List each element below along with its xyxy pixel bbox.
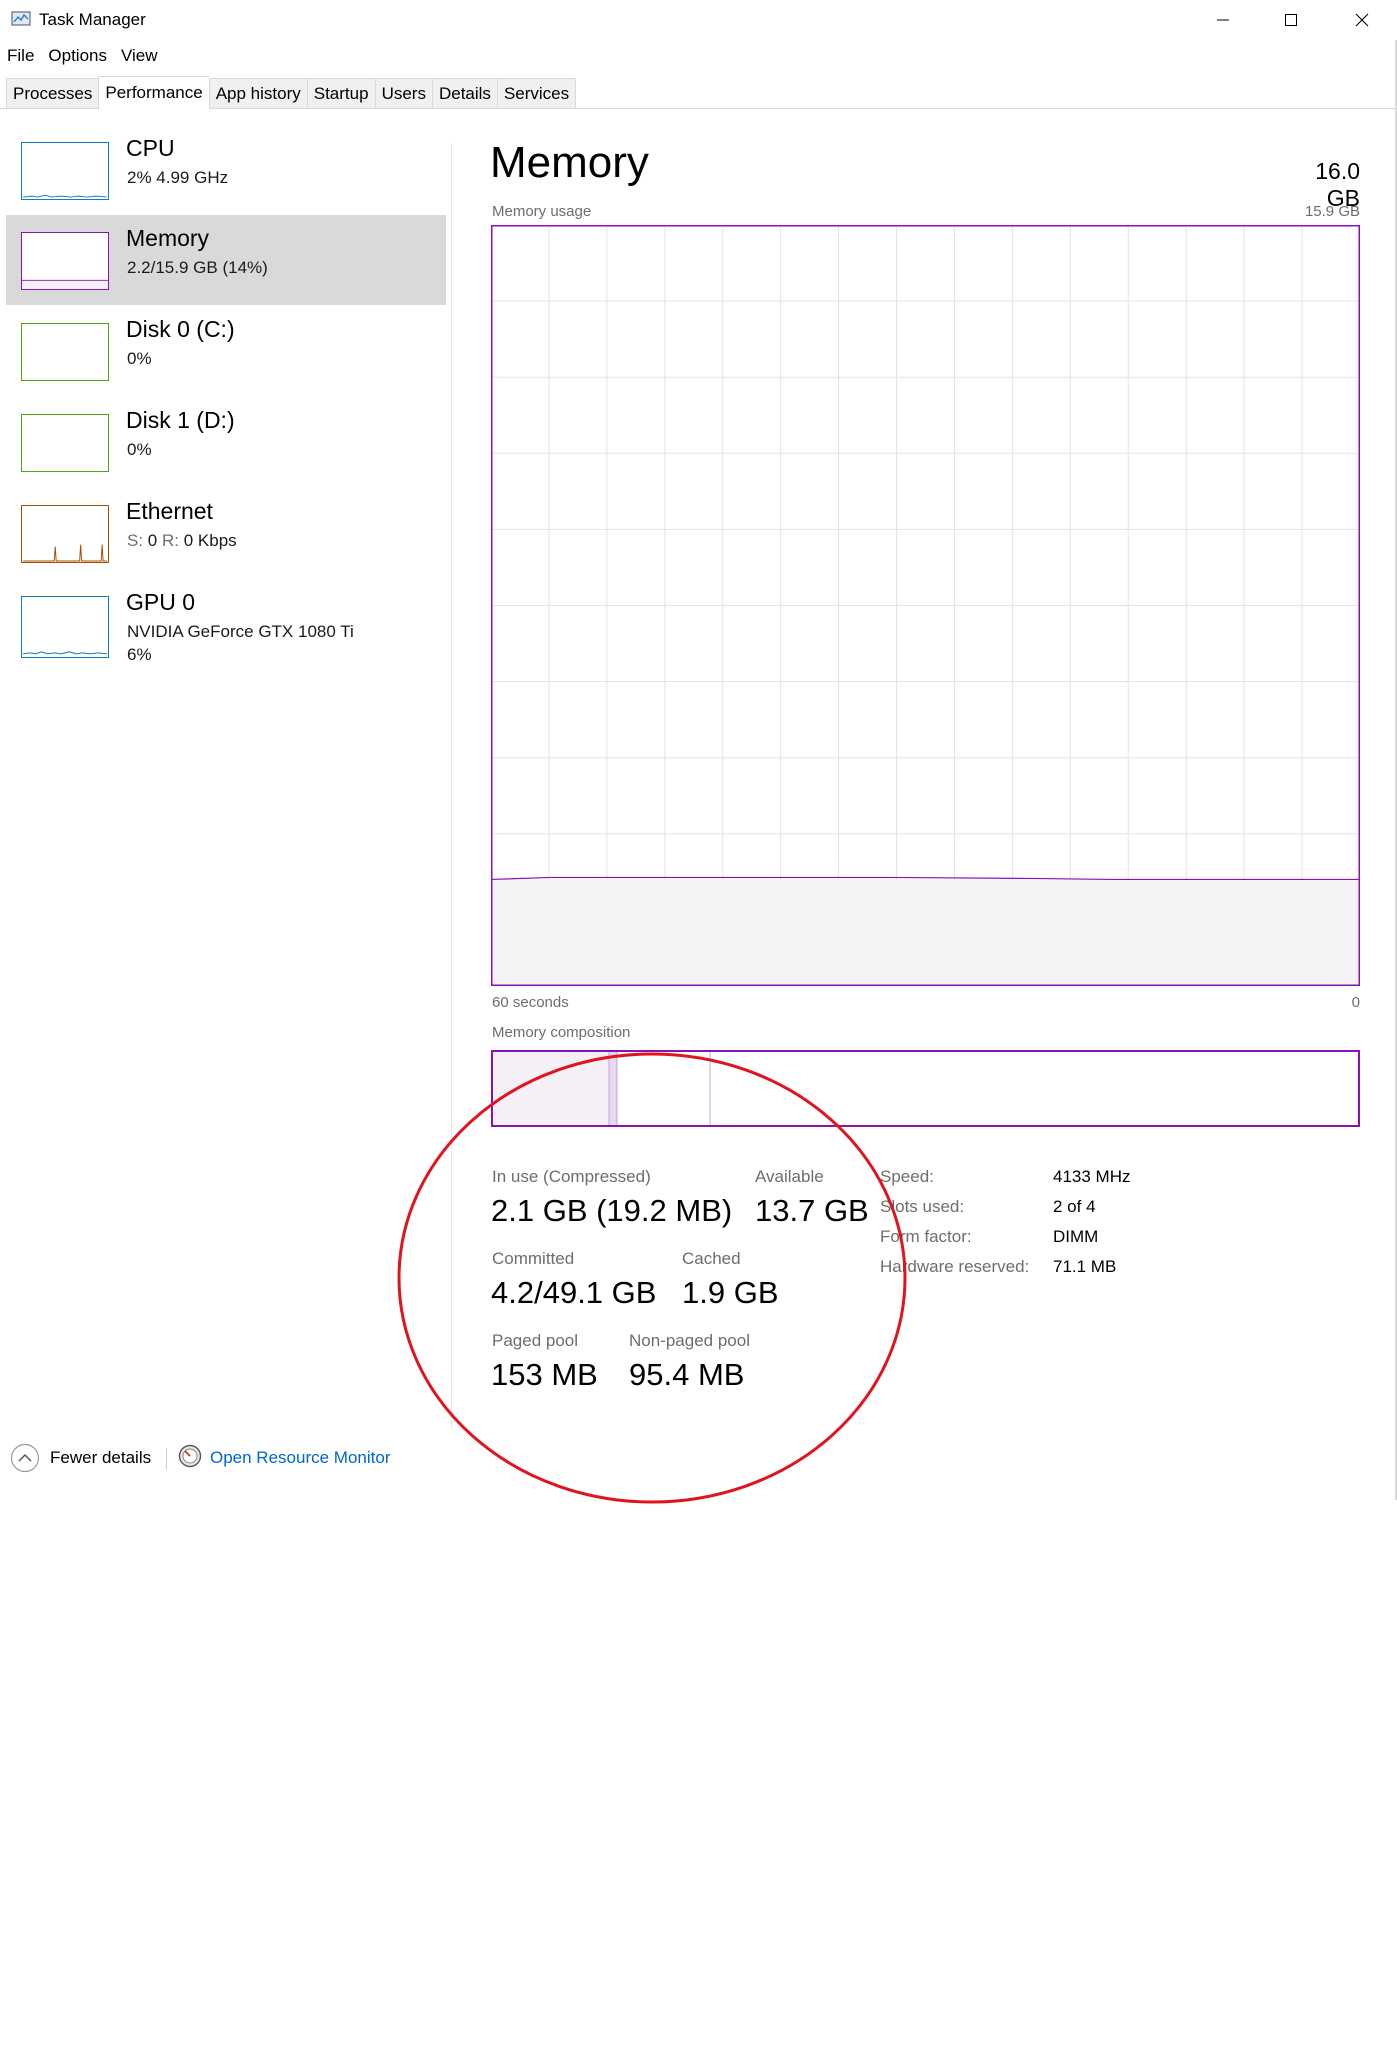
footer-bar: Fewer details Open Resource Monitor xyxy=(0,1432,1397,1492)
memory-usage-max: 15.9 GB xyxy=(1304,203,1360,220)
cached-label: Cached xyxy=(682,1249,741,1268)
window-title: Task Manager xyxy=(39,10,146,29)
sidebar-item-title: GPU 0 xyxy=(126,589,196,615)
sidebar-item-disk-1[interactable]: Disk 1 (D:) 0% xyxy=(6,397,446,487)
sidebar-item-subtitle: 0% xyxy=(127,349,152,368)
open-resource-monitor-link[interactable]: Open Resource Monitor xyxy=(210,1448,390,1468)
sidebar-item-gpu-0[interactable]: GPU 0 NVIDIA GeForce GTX 1080 Ti 6% xyxy=(6,579,446,679)
sidebar-item-cpu[interactable]: CPU 2% 4.99 GHz xyxy=(6,125,446,215)
sidebar-item-disk-0[interactable]: Disk 0 (C:) 0% xyxy=(6,306,446,396)
sidebar-item-ethernet[interactable]: Ethernet S: 0 R: 0 Kbps xyxy=(6,488,446,578)
cpu-thumbnail-graph xyxy=(21,142,109,200)
tab-app-history[interactable]: App history xyxy=(208,78,307,108)
footer-separator xyxy=(166,1448,167,1470)
available-value: 13.7 GB xyxy=(755,1193,869,1228)
tab-services[interactable]: Services xyxy=(496,78,577,108)
composition-modified xyxy=(609,1050,617,1127)
graph-axis-right-label: 0 xyxy=(1351,994,1360,1011)
maximize-icon xyxy=(1285,14,1297,26)
sidebar-item-title: Disk 1 (D:) xyxy=(126,407,235,433)
memory-composition-label: Memory composition xyxy=(492,1024,631,1041)
in-use-label: In use (Compressed) xyxy=(492,1167,651,1186)
available-label: Available xyxy=(755,1167,824,1186)
cached-value: 1.9 GB xyxy=(682,1275,779,1310)
sidebar-item-subtitle: NVIDIA GeForce GTX 1080 Ti xyxy=(127,622,354,641)
ethernet-thumbnail-graph xyxy=(21,505,109,563)
slots-used-value: 2 of 4 xyxy=(1053,1197,1096,1216)
tab-bar: Processes Performance App history Startu… xyxy=(0,76,1397,110)
composition-in-use xyxy=(491,1050,609,1127)
performance-sidebar: CPU 2% 4.99 GHz Memory 2.2/15.9 GB (14%)… xyxy=(0,109,450,1429)
sidebar-item-title: Ethernet xyxy=(126,498,213,524)
committed-value: 4.2/49.1 GB xyxy=(491,1275,657,1310)
form-factor-label: Form factor: xyxy=(880,1227,972,1246)
form-factor-value: DIMM xyxy=(1053,1227,1099,1246)
disk-0-thumbnail-graph xyxy=(21,323,109,381)
task-manager-icon xyxy=(11,11,31,26)
receive-label: R: xyxy=(162,531,179,550)
sidebar-item-title: CPU xyxy=(126,135,175,161)
tab-details[interactable]: Details xyxy=(431,78,497,108)
sidebar-item-subtitle: S: 0 R: 0 Kbps xyxy=(127,531,237,551)
sidebar-item-subtitle-2: 6% xyxy=(127,645,152,664)
disk-1-thumbnail-graph xyxy=(21,414,109,472)
menu-file[interactable]: File xyxy=(0,44,41,70)
sidebar-item-title: Disk 0 (C:) xyxy=(126,316,235,342)
tab-users[interactable]: Users xyxy=(374,78,432,108)
tab-processes[interactable]: Processes xyxy=(6,78,99,108)
tab-performance[interactable]: Performance xyxy=(98,76,209,110)
memory-usage-graph xyxy=(491,225,1360,986)
hardware-reserved-label: Hardware reserved: xyxy=(880,1257,1030,1276)
minimize-button[interactable] xyxy=(1188,0,1258,40)
memory-composition-bar xyxy=(491,1050,1360,1127)
paged-pool-label: Paged pool xyxy=(492,1331,579,1350)
page-title: Memory xyxy=(490,138,649,187)
sidebar-divider xyxy=(451,143,452,1428)
memory-thumbnail-graph xyxy=(21,232,109,290)
maximize-button[interactable] xyxy=(1256,0,1326,40)
sidebar-item-subtitle: 2% 4.99 GHz xyxy=(127,168,229,187)
send-value: 0 xyxy=(147,531,158,550)
graph-axis-left-label: 60 seconds xyxy=(492,994,569,1011)
fewer-details-button[interactable]: Fewer details xyxy=(50,1448,151,1468)
speed-label: Speed: xyxy=(880,1167,934,1186)
resource-monitor-icon[interactable] xyxy=(178,1444,202,1468)
sidebar-item-title: Memory xyxy=(126,225,210,251)
memory-usage-label: Memory usage xyxy=(492,203,592,220)
paged-pool-value: 153 MB xyxy=(491,1357,598,1392)
send-label: S: xyxy=(127,531,144,550)
speed-value: 4133 MHz xyxy=(1053,1167,1131,1186)
close-icon xyxy=(1355,13,1369,27)
menu-bar: File Options View xyxy=(0,44,165,70)
title-bar[interactable]: Task Manager xyxy=(0,0,1397,40)
hardware-reserved-value: 71.1 MB xyxy=(1053,1257,1117,1276)
gpu-thumbnail-graph xyxy=(21,596,109,658)
committed-label: Committed xyxy=(492,1249,575,1268)
close-button[interactable] xyxy=(1327,0,1397,40)
in-use-value: 2.1 GB (19.2 MB) xyxy=(491,1193,733,1228)
slots-used-label: Slots used: xyxy=(880,1197,965,1216)
memory-usage-fill xyxy=(491,879,1360,986)
menu-view[interactable]: View xyxy=(114,44,165,70)
non-paged-pool-label: Non-paged pool xyxy=(629,1331,750,1350)
receive-value: 0 Kbps xyxy=(183,531,237,550)
sidebar-item-memory[interactable]: Memory 2.2/15.9 GB (14%) xyxy=(6,215,446,305)
tab-startup[interactable]: Startup xyxy=(306,78,375,108)
menu-options[interactable]: Options xyxy=(41,44,114,70)
non-paged-pool-value: 95.4 MB xyxy=(629,1357,745,1392)
minimize-icon xyxy=(1217,19,1229,21)
sidebar-item-subtitle: 2.2/15.9 GB (14%) xyxy=(127,258,268,277)
chevron-up-circle-icon[interactable] xyxy=(10,1443,40,1473)
sidebar-item-subtitle: 0% xyxy=(127,440,152,459)
